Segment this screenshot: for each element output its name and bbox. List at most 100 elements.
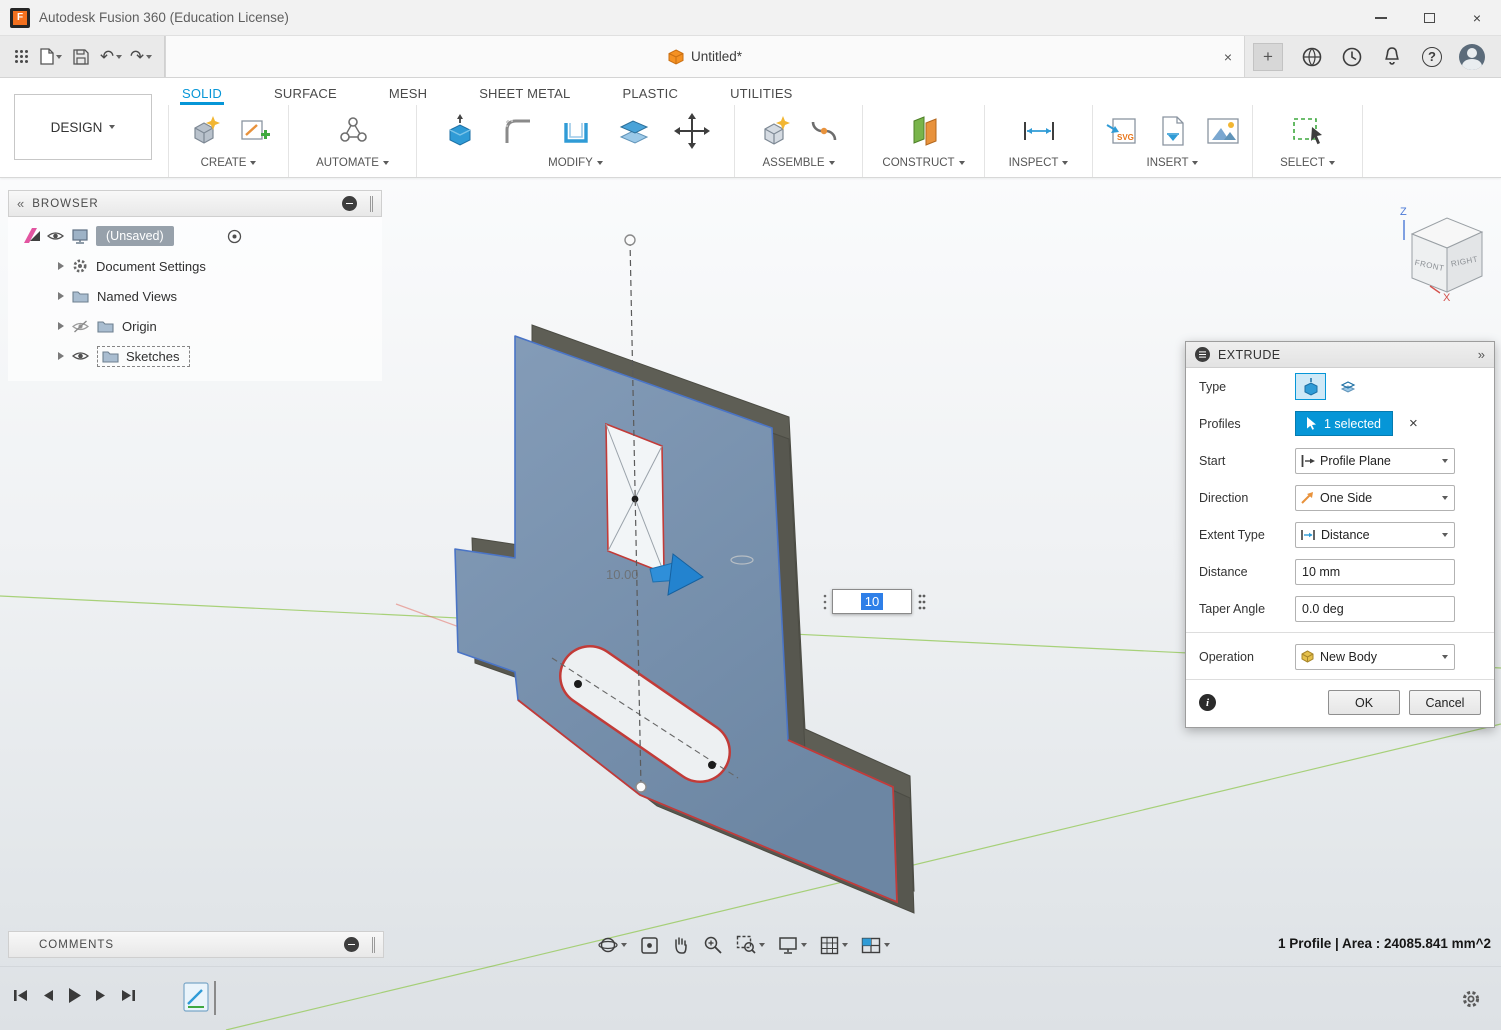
automate-button[interactable] <box>333 109 373 153</box>
comments-options-icon[interactable] <box>344 937 359 952</box>
extent-type-dropdown[interactable]: Distance <box>1295 522 1455 548</box>
taper-angle-input[interactable] <box>1295 596 1455 622</box>
activate-target-icon[interactable] <box>227 229 242 244</box>
undo-button[interactable]: ↶ <box>98 42 124 72</box>
drag-handle-icon[interactable] <box>822 592 828 612</box>
expander-icon[interactable] <box>58 262 64 270</box>
close-button[interactable]: × <box>1453 0 1501 35</box>
group-dropdown-modify[interactable]: MODIFY <box>548 157 603 169</box>
redo-button[interactable]: ↷ <box>128 42 154 72</box>
go-to-end-button[interactable] <box>120 988 137 1003</box>
group-dropdown-insert[interactable]: INSERT <box>1147 157 1199 169</box>
insert-mesh-button[interactable] <box>1153 109 1193 153</box>
sketch-profile-rectangle[interactable] <box>606 424 664 573</box>
visibility-off-eye-icon[interactable] <box>72 320 89 333</box>
sketches-selection[interactable]: Sketches <box>97 346 190 367</box>
dialog-dock-icon[interactable]: » <box>1478 347 1485 362</box>
view-cube[interactable]: Z FRONT RIGHT X <box>1388 202 1498 306</box>
dialog-menu-icon[interactable] <box>1195 347 1210 362</box>
browser-document-row[interactable]: (Unsaved) <box>8 221 382 251</box>
new-tab-button[interactable]: + <box>1253 43 1283 71</box>
info-icon[interactable]: i <box>1199 694 1216 711</box>
browser-item-named-views[interactable]: Named Views <box>8 281 382 311</box>
group-dropdown-create[interactable]: CREATE <box>201 157 257 169</box>
start-dropdown[interactable]: Profile Plane <box>1295 448 1455 474</box>
look-at-button[interactable] <box>640 936 659 955</box>
expander-icon[interactable] <box>58 292 64 300</box>
comments-header[interactable]: COMMENTS <box>8 931 384 958</box>
insert-svg-button[interactable]: SVG <box>1103 109 1143 153</box>
file-menu-button[interactable] <box>38 42 64 72</box>
tab-sheet-metal[interactable]: SHEET METAL <box>477 83 572 105</box>
go-to-start-button[interactable] <box>12 988 29 1003</box>
group-dropdown-inspect[interactable]: INSPECT <box>1009 157 1069 169</box>
visibility-eye-icon[interactable] <box>47 230 64 242</box>
extrude-type-solid-button[interactable] <box>1295 373 1326 400</box>
display-settings-button[interactable] <box>778 936 807 954</box>
grid-settings-button[interactable] <box>820 936 848 955</box>
offset-faces-button[interactable] <box>614 109 654 153</box>
move-copy-button[interactable] <box>672 109 712 153</box>
model-front-face[interactable] <box>455 336 897 902</box>
measure-button[interactable] <box>1019 109 1059 153</box>
view-cube-icon[interactable]: Z FRONT RIGHT X <box>1388 202 1498 306</box>
browser-options-icon[interactable] <box>342 196 357 211</box>
clear-selection-button[interactable]: × <box>1409 415 1418 432</box>
play-button[interactable] <box>67 987 82 1004</box>
tab-close-button[interactable]: × <box>1224 49 1232 65</box>
browser-item-sketches[interactable]: Sketches <box>8 341 382 371</box>
browser-header[interactable]: « BROWSER <box>8 190 382 217</box>
job-status-button[interactable] <box>1337 42 1367 72</box>
timeline-position-marker[interactable] <box>214 981 216 1015</box>
orbit-button[interactable] <box>598 935 627 955</box>
drag-handle-icon[interactable] <box>916 591 928 613</box>
operation-dropdown[interactable]: New Body <box>1295 644 1455 670</box>
select-button[interactable] <box>1288 109 1328 153</box>
browser-item-origin[interactable]: Origin <box>8 311 382 341</box>
group-dropdown-construct[interactable]: CONSTRUCT <box>882 157 964 169</box>
document-tab[interactable]: Untitled* × <box>165 36 1245 77</box>
panel-grip[interactable] <box>370 196 373 212</box>
joint-button[interactable] <box>804 109 844 153</box>
construct-plane-button[interactable] <box>904 109 944 153</box>
extrude-type-thin-button[interactable] <box>1332 373 1363 400</box>
distance-input[interactable] <box>1295 559 1455 585</box>
fit-button[interactable] <box>736 935 765 955</box>
group-dropdown-automate[interactable]: AUTOMATE <box>316 157 389 169</box>
viewports-button[interactable] <box>861 937 890 954</box>
notifications-button[interactable] <box>1377 42 1407 72</box>
help-button[interactable]: ? <box>1417 42 1447 72</box>
pan-button[interactable] <box>672 935 690 955</box>
expander-icon[interactable] <box>58 322 64 330</box>
timeline-sketch-feature[interactable] <box>183 979 209 1020</box>
app-grid-button[interactable] <box>8 42 34 72</box>
workspace-selector[interactable]: DESIGN <box>14 94 152 160</box>
tab-utilities[interactable]: UTILITIES <box>728 83 794 105</box>
browser-item-document-settings[interactable]: Document Settings <box>8 251 382 281</box>
minimize-button[interactable] <box>1357 0 1405 35</box>
create-sketch-button[interactable] <box>234 109 274 153</box>
step-forward-button[interactable] <box>94 988 108 1003</box>
profiles-selected-button[interactable]: 1 selected <box>1295 411 1393 436</box>
cancel-button[interactable]: Cancel <box>1409 690 1481 715</box>
step-back-button[interactable] <box>41 988 55 1003</box>
group-dropdown-select[interactable]: SELECT <box>1280 157 1335 169</box>
press-pull-button[interactable] <box>440 109 480 153</box>
collapse-panel-icon[interactable]: « <box>17 196 24 211</box>
fillet-button[interactable] <box>498 109 538 153</box>
tab-mesh[interactable]: MESH <box>387 83 429 105</box>
ok-button[interactable]: OK <box>1328 690 1400 715</box>
zoom-button[interactable] <box>703 935 723 955</box>
new-component-button[interactable] <box>754 109 794 153</box>
tab-plastic[interactable]: PLASTIC <box>620 83 680 105</box>
panel-grip[interactable] <box>372 937 375 953</box>
profile-button[interactable] <box>1457 42 1487 72</box>
maximize-button[interactable] <box>1405 0 1453 35</box>
dimension-input[interactable]: 10 <box>832 589 912 614</box>
tab-surface[interactable]: SURFACE <box>272 83 339 105</box>
visibility-eye-icon[interactable] <box>72 350 89 362</box>
create-form-button[interactable] <box>184 109 224 153</box>
timeline-options-button[interactable] <box>1461 989 1481 1014</box>
extensions-button[interactable] <box>1297 42 1327 72</box>
insert-decal-button[interactable] <box>1203 109 1243 153</box>
